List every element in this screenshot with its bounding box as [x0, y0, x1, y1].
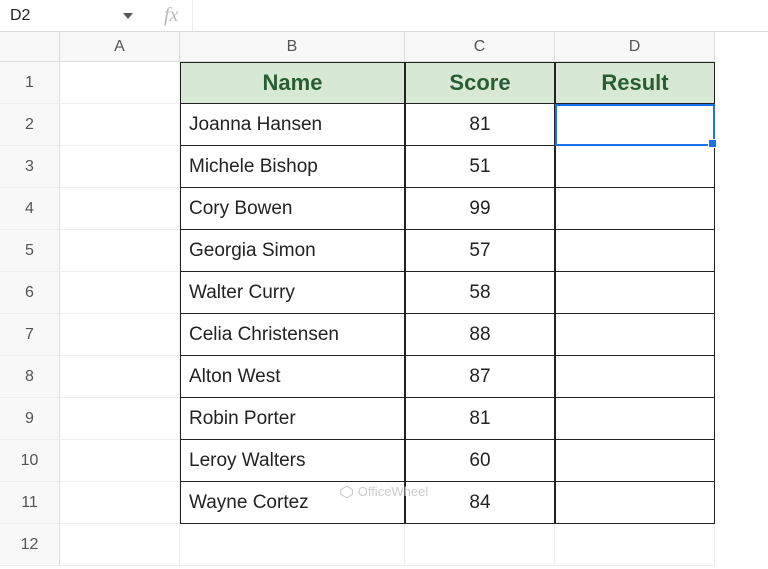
cell-b10[interactable]: Leroy Walters — [180, 440, 405, 482]
row-12 — [60, 524, 768, 566]
row-header-11[interactable]: 11 — [0, 482, 60, 524]
row-header-6[interactable]: 6 — [0, 272, 60, 314]
cell-d7[interactable] — [555, 314, 715, 356]
cell-a12[interactable] — [60, 524, 180, 566]
cell-c3[interactable]: 51 — [405, 146, 555, 188]
cell-b8[interactable]: Alton West — [180, 356, 405, 398]
row-10: Leroy Walters 60 — [60, 440, 768, 482]
row-header-9[interactable]: 9 — [0, 398, 60, 440]
cell-a10[interactable] — [60, 440, 180, 482]
cell-b9[interactable]: Robin Porter — [180, 398, 405, 440]
cell-b5[interactable]: Georgia Simon — [180, 230, 405, 272]
cell-c12[interactable] — [405, 524, 555, 566]
row-1: Name Score Result — [60, 62, 768, 104]
cell-d10[interactable] — [555, 440, 715, 482]
row-header-5[interactable]: 5 — [0, 230, 60, 272]
row-7: Celia Christensen 88 — [60, 314, 768, 356]
cell-b4[interactable]: Cory Bowen — [180, 188, 405, 230]
cell-d12[interactable] — [555, 524, 715, 566]
row-header-7[interactable]: 7 — [0, 314, 60, 356]
cell-c2[interactable]: 81 — [405, 104, 555, 146]
cell-d6[interactable] — [555, 272, 715, 314]
spreadsheet-grid: 1 2 3 4 5 6 7 8 9 10 11 12 A B C D Name … — [0, 32, 768, 569]
cell-c10[interactable]: 60 — [405, 440, 555, 482]
cell-a1[interactable] — [60, 62, 180, 104]
cell-d4[interactable] — [555, 188, 715, 230]
col-header-d[interactable]: D — [555, 32, 715, 62]
row-header-2[interactable]: 2 — [0, 104, 60, 146]
row-header-1[interactable]: 1 — [0, 62, 60, 104]
chevron-down-icon[interactable] — [123, 13, 133, 19]
row-5: Georgia Simon 57 — [60, 230, 768, 272]
col-header-b[interactable]: B — [180, 32, 405, 62]
cell-a3[interactable] — [60, 146, 180, 188]
row-9: Robin Porter 81 — [60, 398, 768, 440]
cell-a6[interactable] — [60, 272, 180, 314]
cell-c4[interactable]: 99 — [405, 188, 555, 230]
col-header-a[interactable]: A — [60, 32, 180, 62]
row-4: Cory Bowen 99 — [60, 188, 768, 230]
select-all-corner[interactable] — [0, 32, 60, 62]
cell-b1-header[interactable]: Name — [180, 62, 405, 104]
cell-d1-header[interactable]: Result — [555, 62, 715, 104]
cell-b3[interactable]: Michele Bishop — [180, 146, 405, 188]
cell-c8[interactable]: 87 — [405, 356, 555, 398]
row-header-10[interactable]: 10 — [0, 440, 60, 482]
cell-c1-header[interactable]: Score — [405, 62, 555, 104]
row-header-12[interactable]: 12 — [0, 524, 60, 566]
cell-d8[interactable] — [555, 356, 715, 398]
row-8: Alton West 87 — [60, 356, 768, 398]
column-headers: A B C D — [60, 32, 768, 62]
cell-c11[interactable]: 84 — [405, 482, 555, 524]
cell-d9[interactable] — [555, 398, 715, 440]
cell-c5[interactable]: 57 — [405, 230, 555, 272]
name-box-value: D2 — [10, 7, 30, 25]
row-header-4[interactable]: 4 — [0, 188, 60, 230]
cell-b6[interactable]: Walter Curry — [180, 272, 405, 314]
cell-d11[interactable] — [555, 482, 715, 524]
cell-b12[interactable] — [180, 524, 405, 566]
cell-b11[interactable]: Wayne Cortez — [180, 482, 405, 524]
cell-a2[interactable] — [60, 104, 180, 146]
row-header-3[interactable]: 3 — [0, 146, 60, 188]
cell-d5[interactable] — [555, 230, 715, 272]
row-header-8[interactable]: 8 — [0, 356, 60, 398]
cell-a5[interactable] — [60, 230, 180, 272]
cell-c9[interactable]: 81 — [405, 398, 555, 440]
col-header-c[interactable]: C — [405, 32, 555, 62]
name-box[interactable]: D2 — [0, 0, 150, 31]
cell-d3[interactable] — [555, 146, 715, 188]
cell-d2[interactable] — [555, 104, 715, 146]
cell-a7[interactable] — [60, 314, 180, 356]
row-2: Joanna Hansen 81 — [60, 104, 768, 146]
cells-area: A B C D Name Score Result Joanna Hansen … — [60, 32, 768, 569]
cell-c7[interactable]: 88 — [405, 314, 555, 356]
row-6: Walter Curry 58 — [60, 272, 768, 314]
cell-a8[interactable] — [60, 356, 180, 398]
row-headers: 1 2 3 4 5 6 7 8 9 10 11 12 — [0, 32, 60, 569]
cell-b2[interactable]: Joanna Hansen — [180, 104, 405, 146]
formula-bar: D2 fx — [0, 0, 768, 32]
row-3: Michele Bishop 51 — [60, 146, 768, 188]
fx-icon[interactable]: fx — [150, 0, 193, 31]
row-11: Wayne Cortez 84 — [60, 482, 768, 524]
cell-a9[interactable] — [60, 398, 180, 440]
cell-a4[interactable] — [60, 188, 180, 230]
cell-c6[interactable]: 58 — [405, 272, 555, 314]
cell-a11[interactable] — [60, 482, 180, 524]
formula-input[interactable] — [193, 0, 768, 31]
cell-b7[interactable]: Celia Christensen — [180, 314, 405, 356]
